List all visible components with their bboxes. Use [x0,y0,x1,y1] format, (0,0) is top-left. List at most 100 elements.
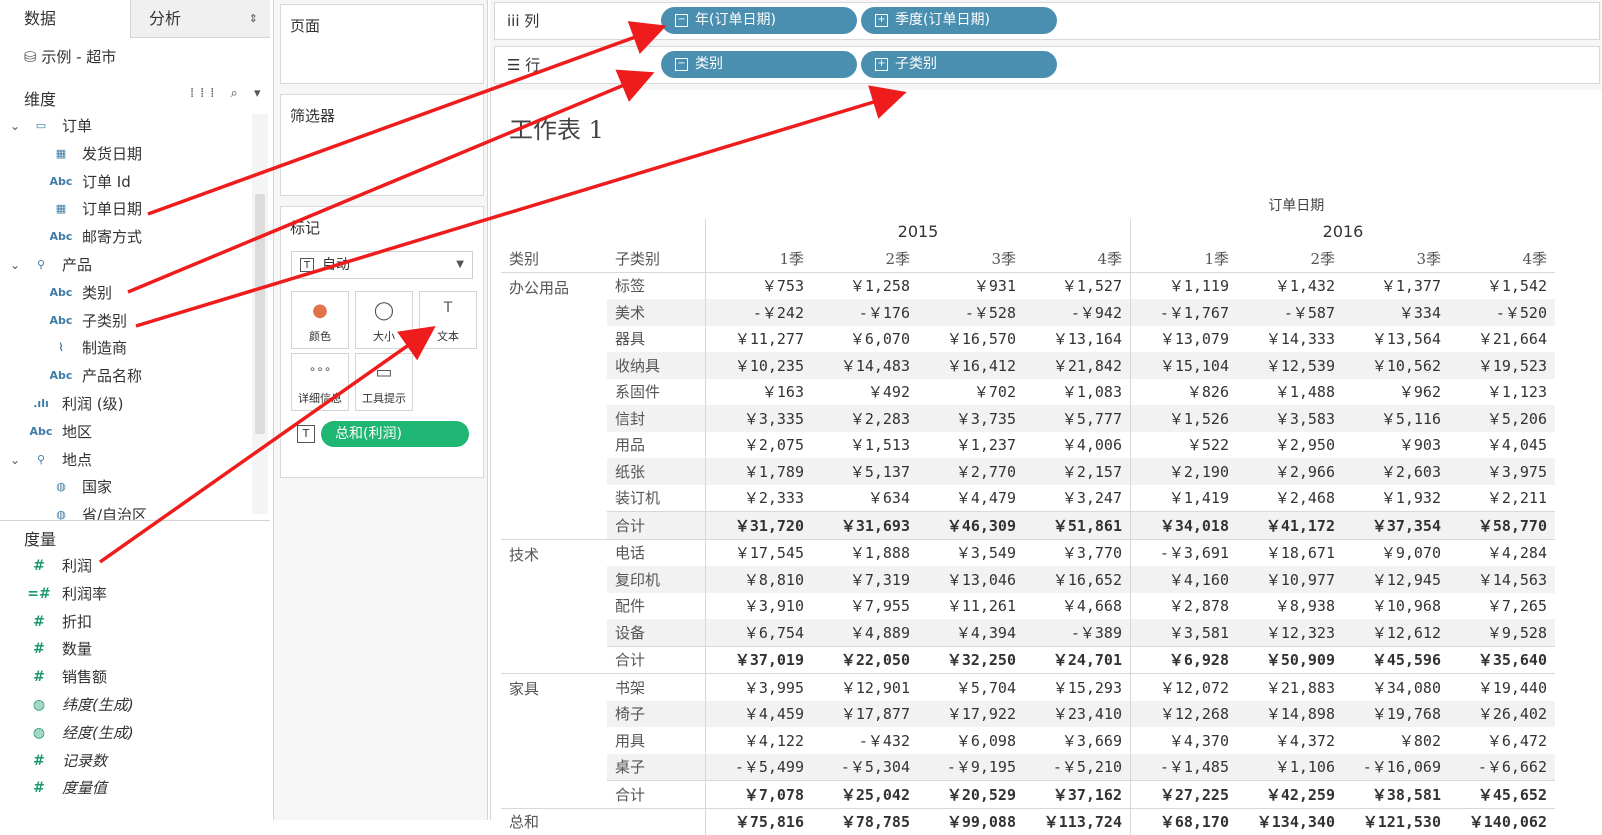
chevron-down-icon[interactable]: ⌄ [10,251,20,279]
value-cell[interactable]: ￥2,075 [705,431,812,458]
value-cell[interactable]: -￥587 [1237,299,1343,326]
value-cell[interactable]: ￥17,545 [705,538,812,566]
value-cell[interactable]: ￥5,137 [812,458,918,485]
value-cell[interactable]: ￥4,372 [1237,727,1343,754]
value-cell[interactable]: ￥3,583 [1237,405,1343,432]
value-cell[interactable]: ￥2,950 [1237,432,1343,459]
value-cell[interactable]: ￥7,319 [812,566,918,593]
value-cell[interactable]: ￥4,045 [1449,432,1555,459]
value-cell[interactable]: ￥10,562 [1343,352,1449,379]
value-cell[interactable]: ￥50,909 [1237,646,1343,674]
datasource-item[interactable]: ⛁ 示例 - 超市 [24,44,116,70]
value-cell[interactable]: ￥12,945 [1343,566,1449,593]
value-cell[interactable]: ￥1,432 [1237,272,1343,299]
value-cell[interactable]: ￥3,549 [918,538,1024,566]
value-cell[interactable]: -￥432 [812,727,918,754]
value-cell[interactable]: ￥140,062 [1449,807,1555,835]
chevron-down-icon[interactable]: ⌄ [10,112,20,140]
subcategory-cell[interactable]: 书架 [607,673,706,701]
value-cell[interactable]: ￥46,309 [918,511,1024,539]
tab-analysis[interactable]: 分析 ⇕ [130,0,270,38]
rows-shelf[interactable]: ☰ 行 − 类别 + 子类别 [494,46,1600,84]
subcategory-cell[interactable]: 标签 [607,272,706,299]
value-cell[interactable]: ￥3,335 [705,405,812,432]
value-cell[interactable]: ￥113,724 [1024,807,1131,835]
value-cell[interactable]: ￥7,265 [1449,593,1555,620]
value-cell[interactable]: ￥27,225 [1130,780,1237,808]
subcategory-cell[interactable]: 合计 [607,781,706,809]
value-cell[interactable]: ￥753 [705,272,812,299]
value-cell[interactable]: -￥1,767 [1130,299,1237,326]
quarter-header[interactable]: 2季 [1237,245,1343,272]
quarter-header[interactable]: 3季 [1343,245,1449,272]
value-cell[interactable]: ￥634 [812,485,918,512]
row-header[interactable]: 类别 [501,245,607,272]
value-cell[interactable]: ￥3,995 [705,673,812,701]
value-cell[interactable]: ￥1,419 [1130,484,1237,512]
subcategory-cell[interactable]: 美术 [607,299,706,326]
value-cell[interactable]: ￥826 [1130,378,1237,405]
value-cell[interactable]: ￥1,123 [1449,379,1555,406]
value-cell[interactable]: ￥31,720 [705,511,812,539]
value-cell[interactable]: ￥1,119 [1130,272,1237,299]
quarter-order-date-pill[interactable]: + 季度(订单日期) [861,7,1057,34]
value-cell[interactable]: ￥20,529 [918,781,1024,809]
value-cell[interactable]: ￥75,816 [705,807,812,835]
subcategory-cell[interactable]: 用品 [607,432,706,459]
value-cell[interactable]: ￥19,768 [1343,700,1449,727]
value-cell[interactable]: ￥4,889 [812,619,918,646]
value-cell[interactable]: ￥26,402 [1449,700,1555,727]
text-button[interactable]: T 文本 [419,291,477,349]
value-cell[interactable]: ￥1,488 [1237,379,1343,406]
value-cell[interactable]: ￥13,046 [918,566,1024,593]
value-cell[interactable]: ￥18,671 [1237,538,1343,566]
value-cell[interactable]: ￥17,877 [812,700,918,727]
subcategory-cell[interactable]: 收纳具 [607,352,706,379]
value-cell[interactable]: ￥5,704 [918,673,1024,701]
value-cell[interactable]: ￥34,018 [1130,511,1237,539]
value-cell[interactable]: ￥22,050 [812,646,918,674]
category-cell[interactable]: 办公用品 [501,272,607,539]
value-cell[interactable]: ￥4,122 [705,727,812,754]
value-cell[interactable]: ￥6,098 [918,727,1024,754]
value-cell[interactable]: ￥13,079 [1130,325,1237,352]
value-cell[interactable]: ￥25,042 [812,781,918,809]
value-cell[interactable]: ￥6,070 [812,326,918,353]
value-cell[interactable]: ￥1,932 [1343,485,1449,512]
value-cell[interactable]: ￥8,810 [705,566,812,593]
value-cell[interactable]: ￥4,479 [918,485,1024,512]
value-cell[interactable]: -￥520 [1449,299,1555,326]
value-cell[interactable]: ￥12,612 [1343,619,1449,646]
subcategory-cell[interactable]: 电话 [607,538,706,566]
value-cell[interactable]: ￥38,581 [1343,781,1449,809]
value-cell[interactable]: ￥14,898 [1237,700,1343,727]
subcategory-cell[interactable]: 用具 [607,727,706,754]
value-cell[interactable]: ￥37,162 [1024,781,1131,809]
value-cell[interactable]: ￥12,268 [1130,700,1237,727]
subcategory-cell[interactable]: 合计 [607,511,706,539]
value-cell[interactable]: ￥14,563 [1449,566,1555,593]
columns-shelf[interactable]: iii 列 − 年(订单日期) + 季度(订单日期) [494,2,1600,40]
value-cell[interactable]: ￥962 [1343,379,1449,406]
value-cell[interactable]: ￥492 [812,379,918,406]
value-cell[interactable]: ￥8,938 [1237,593,1343,620]
value-cell[interactable]: -￥5,210 [1024,753,1131,781]
value-cell[interactable]: ￥45,596 [1343,646,1449,674]
mark-type-dropdown[interactable]: T 自动 ▼ [291,251,473,279]
category-cell[interactable]: 家具 [501,673,607,808]
value-cell[interactable]: ￥134,340 [1237,807,1343,835]
year-header[interactable]: 2016 [1130,218,1555,245]
value-cell[interactable]: ￥1,527 [1024,272,1131,299]
value-cell[interactable]: ￥1,888 [812,538,918,566]
value-cell[interactable]: ￥2,333 [705,484,812,512]
value-cell[interactable]: ￥21,842 [1024,352,1131,379]
value-cell[interactable]: ￥2,468 [1237,485,1343,512]
value-cell[interactable]: ￥9,528 [1449,619,1555,646]
value-cell[interactable]: ￥78,785 [812,807,918,835]
value-cell[interactable]: -￥3,691 [1130,538,1237,566]
value-cell[interactable]: ￥14,483 [812,352,918,379]
value-cell[interactable]: ￥19,440 [1449,673,1555,701]
value-cell[interactable]: ￥9,070 [1343,538,1449,566]
value-cell[interactable]: ￥5,116 [1343,405,1449,432]
value-cell[interactable]: ￥2,770 [918,458,1024,485]
